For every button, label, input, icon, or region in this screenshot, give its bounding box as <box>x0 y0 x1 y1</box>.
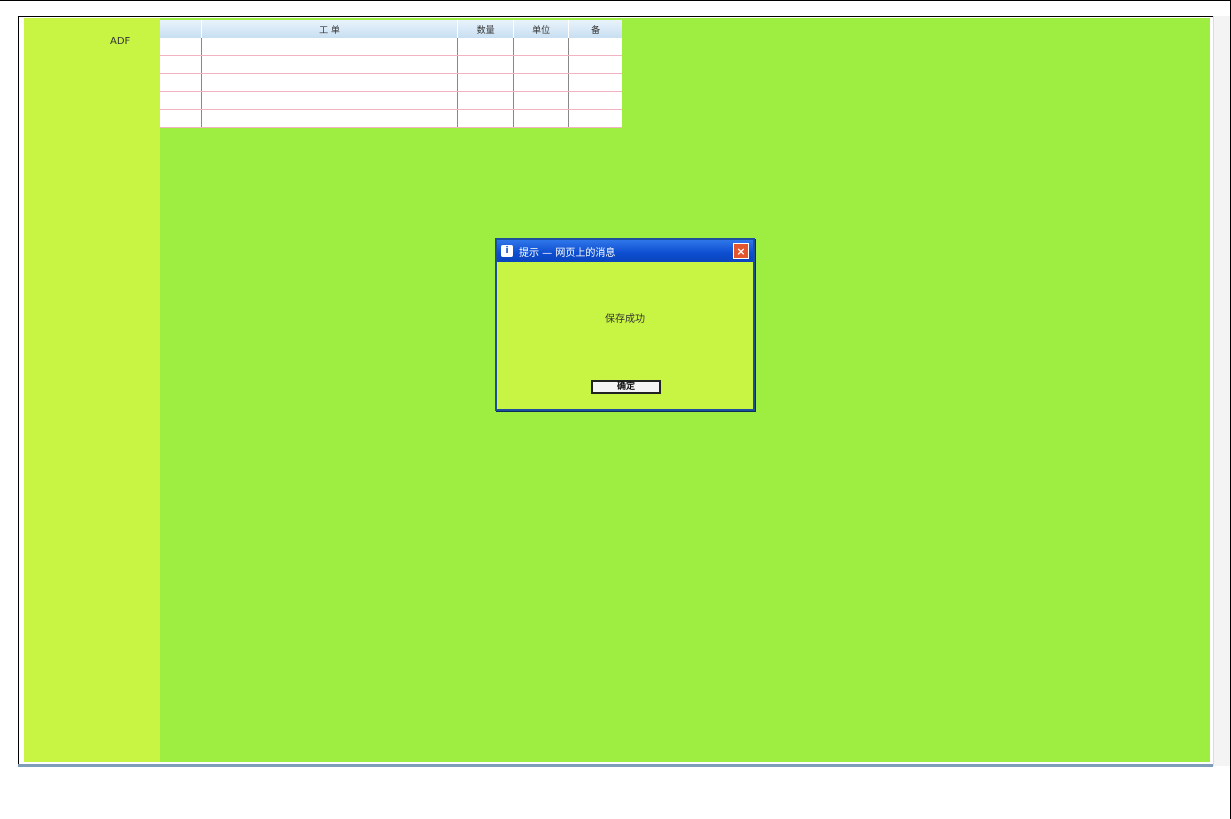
table-row[interactable] <box>160 91 622 110</box>
grid-header-row: 工 单 数量 单位 备 <box>160 20 622 38</box>
dialog-title: 提示 — 网页上的消息 <box>519 247 616 259</box>
alert-dialog: i 提示 — 网页上的消息 × 保存成功 确定 <box>495 238 755 411</box>
left-panel-label: ADF <box>110 36 131 47</box>
left-panel <box>24 18 160 762</box>
grid-header-order[interactable]: 工 单 <box>201 20 459 38</box>
grid-header-note[interactable]: 备 <box>568 20 622 38</box>
table-row[interactable] <box>160 55 622 74</box>
grid-header-qty[interactable]: 数量 <box>457 20 514 38</box>
dialog-message: 保存成功 <box>605 314 645 325</box>
table-row[interactable] <box>160 38 622 56</box>
ok-button[interactable]: 确定 <box>591 380 661 394</box>
table-row[interactable] <box>160 73 622 92</box>
table-row[interactable] <box>160 109 622 128</box>
info-icon: i <box>501 245 513 257</box>
grid-header-blank <box>160 20 202 38</box>
frame-bottom-border <box>18 764 1213 767</box>
dialog-titlebar[interactable]: i 提示 — 网页上的消息 <box>497 240 753 262</box>
data-grid: 工 单 数量 单位 备 <box>160 20 622 128</box>
close-icon[interactable]: × <box>733 243 749 259</box>
scrollbar[interactable] <box>1213 16 1230 766</box>
grid-header-unit[interactable]: 单位 <box>513 20 570 38</box>
